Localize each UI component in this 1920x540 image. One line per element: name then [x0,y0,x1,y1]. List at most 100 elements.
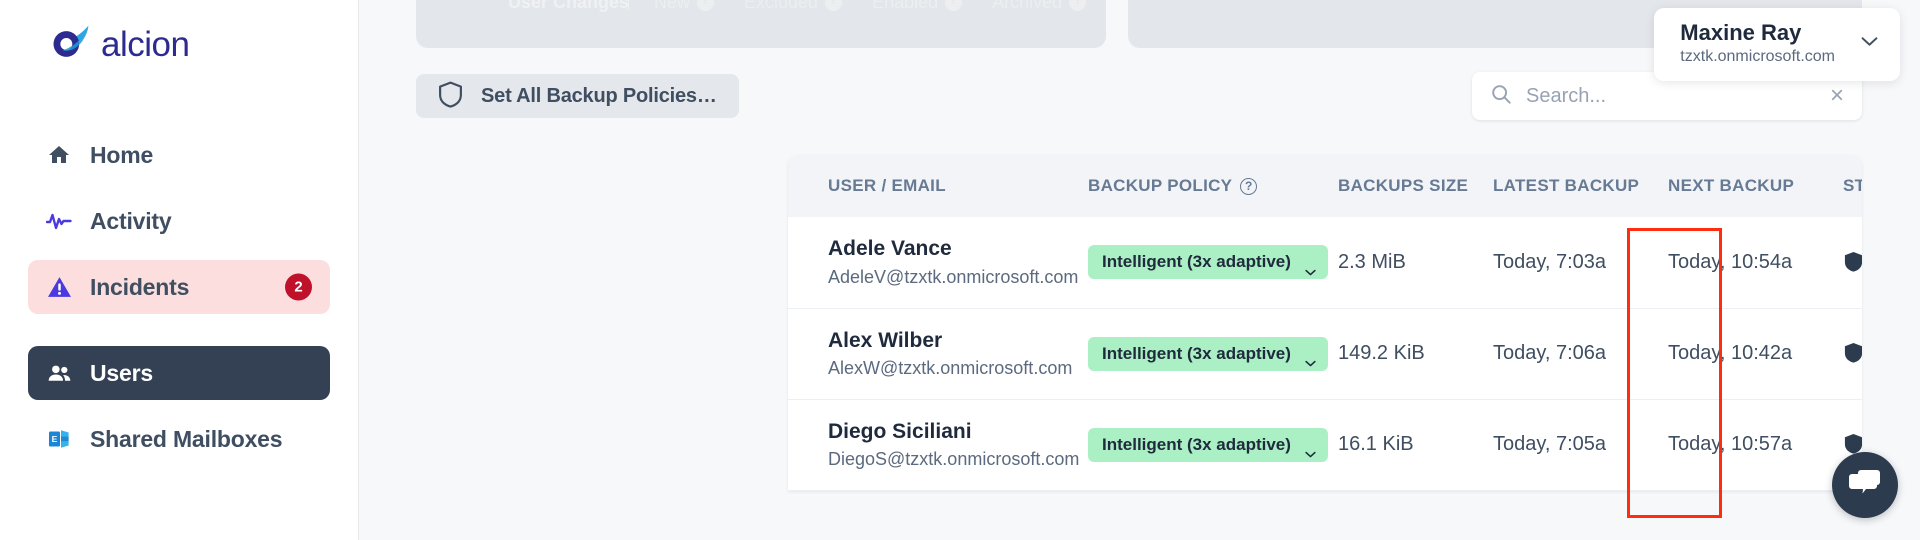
backup-policy-dropdown[interactable]: Intelligent (3x adaptive) [1088,336,1328,371]
ghost-tab-archived[interactable]: Archived [992,0,1087,13]
help-circle-icon [1069,0,1087,11]
ghost-tab-label: Archived [992,0,1063,12]
warning-triangle-icon [46,274,72,300]
cell-next-backup: Today, 10:42a [1668,342,1793,364]
column-label: BACKUP POLICY [1088,176,1233,195]
sidebar-item-users[interactable]: Users [28,346,330,400]
backup-policy-value: Intelligent (3x adaptive) [1102,343,1291,363]
cell-user: Alex Wilber AlexW@tzxtk.onmicrosoft.com [788,308,1088,399]
svg-text:E: E [52,434,58,444]
shield-lock-icon[interactable] [1843,342,1862,365]
alcion-logo-icon [48,22,92,66]
column-label: USER / EMAIL [828,176,946,195]
user-email: DiegoS@tzxtk.onmicrosoft.com [828,448,1080,469]
user-name: Alex Wilber [828,328,943,352]
column-header-size[interactable]: BACKUPS SIZE [1338,155,1493,217]
cell-policy: Intelligent (3x adaptive) [1088,399,1338,490]
cell-user: Adele Vance AdeleV@tzxtk.onmicrosoft.com [788,217,1088,308]
chevron-down-icon[interactable] [1861,34,1878,52]
help-circle-icon[interactable]: ? [1240,177,1258,195]
cell-next-backup: Today, 10:54a [1668,250,1793,273]
cell-next-backup: Today, 10:57a [1668,433,1793,455]
ghost-tab-enabled[interactable]: Enabled [872,0,963,13]
backup-policy-value: Intelligent (3x adaptive) [1102,434,1291,454]
ghost-tab-label: Excluded [744,0,819,12]
brand-name: alcion [101,24,190,64]
column-header-latest-backup[interactable]: LATEST BACKUP [1493,155,1668,217]
column-header-next-backup[interactable]: NEXT BACKUP [1668,155,1843,217]
sidebar-item-incidents[interactable]: Incidents 2 [28,260,330,314]
user-account-name: Maxine Ray [1680,20,1802,45]
table-body: Adele Vance AdeleV@tzxtk.onmicrosoft.com… [788,217,1862,490]
cell-status [1843,217,1862,308]
cell-backups-size: 149.2 KiB [1338,342,1425,364]
set-all-backup-policies-button[interactable]: Set All Backup Policies… [416,74,739,118]
shield-icon [438,81,463,111]
cell-status [1843,308,1862,399]
column-label: NEXT BACKUP [1668,176,1795,195]
table-row[interactable]: Alex Wilber AlexW@tzxtk.onmicrosoft.com … [788,308,1862,399]
column-label: LATEST BACKUP [1493,176,1640,195]
activity-icon [46,208,72,234]
ghost-separator [628,0,629,10]
user-name: Diego Siciliani [828,419,972,443]
backup-policy-dropdown[interactable]: Intelligent (3x adaptive) [1088,427,1328,462]
search-input[interactable] [1526,84,1814,108]
cell-latest-backup: Today, 7:05a [1493,433,1607,455]
table-row[interactable]: Adele Vance AdeleV@tzxtk.onmicrosoft.com… [788,217,1862,308]
table-header: USER / EMAIL BACKUP POLICY ? BACKUPS SIZ… [788,155,1862,217]
cell-backups-size: 16.1 KiB [1338,433,1414,455]
sidebar-item-label: Shared Mailboxes [90,425,283,452]
main-content: User Changes New Excluded Enabled [358,0,1920,540]
users-icon [46,360,72,386]
sidebar-item-label: Users [90,359,153,386]
sidebar: alcion Home Activity Incidents 2 Users E… [0,0,358,540]
user-name: Adele Vance [828,237,952,261]
backup-policy-value: Intelligent (3x adaptive) [1102,252,1291,272]
brand-logo[interactable]: alcion [0,0,358,66]
content-divider [358,0,359,540]
sidebar-item-label: Incidents [90,273,190,300]
sidebar-item-label: Activity [90,207,172,234]
column-label: BACKUPS SIZE [1338,176,1469,195]
user-changes-label-wrap: User Changes [508,0,629,13]
cell-user: Diego Siciliani DiegoS@tzxtk.onmicrosoft… [788,399,1088,490]
chevron-down-icon [1305,441,1316,458]
ghost-tab-new[interactable]: New [654,0,715,13]
cell-policy: Intelligent (3x adaptive) [1088,308,1338,399]
user-account-text: Maxine Ray tzxtk.onmicrosoft.com [1680,20,1835,67]
cell-backups-size: 2.3 MiB [1338,250,1406,273]
sidebar-item-shared-mailboxes[interactable]: E Shared Mailboxes [28,412,330,466]
sidebar-item-label: Home [90,141,154,168]
sidebar-item-home[interactable]: Home [28,128,330,182]
column-header-status[interactable]: STATUS [1843,155,1862,217]
user-email: AdeleV@tzxtk.onmicrosoft.com [828,266,1079,287]
chat-launcher-button[interactable] [1832,452,1898,518]
cell-latest-backup: Today, 7:03a [1493,250,1607,273]
ghost-tab-label: Enabled [872,0,939,12]
users-table-card: USER / EMAIL BACKUP POLICY ? BACKUPS SIZ… [788,155,1862,491]
user-account-tenant: tzxtk.onmicrosoft.com [1680,48,1835,66]
table-header-row: USER / EMAIL BACKUP POLICY ? BACKUPS SIZ… [788,155,1862,217]
close-icon[interactable]: × [1828,84,1846,108]
exchange-icon: E [46,426,72,452]
ghost-tab-excluded[interactable]: Excluded [744,0,843,13]
shield-lock-icon[interactable] [1843,251,1862,274]
chat-bubble-icon [1848,468,1882,503]
column-header-user[interactable]: USER / EMAIL [788,155,1088,217]
chevron-down-icon [1305,259,1316,276]
column-header-policy[interactable]: BACKUP POLICY ? [1088,155,1338,217]
column-label: STATUS [1843,176,1862,195]
table-toolbar: Set All Backup Policies… × [416,72,1862,120]
user-account-menu[interactable]: Maxine Ray tzxtk.onmicrosoft.com [1654,8,1900,81]
help-circle-icon [697,0,715,11]
incidents-badge: 2 [285,273,312,301]
sidebar-item-activity[interactable]: Activity [28,194,330,248]
ghost-filter-tabs: New Excluded Enabled Archived [654,0,1087,13]
table-row[interactable]: Diego Siciliani DiegoS@tzxtk.onmicrosoft… [788,399,1862,490]
search-icon [1490,83,1512,110]
cell-latest-backup: Today, 7:06a [1493,342,1607,364]
users-table: USER / EMAIL BACKUP POLICY ? BACKUPS SIZ… [788,155,1862,491]
backup-policy-dropdown[interactable]: Intelligent (3x adaptive) [1088,245,1328,280]
user-changes-label: User Changes [508,0,630,12]
